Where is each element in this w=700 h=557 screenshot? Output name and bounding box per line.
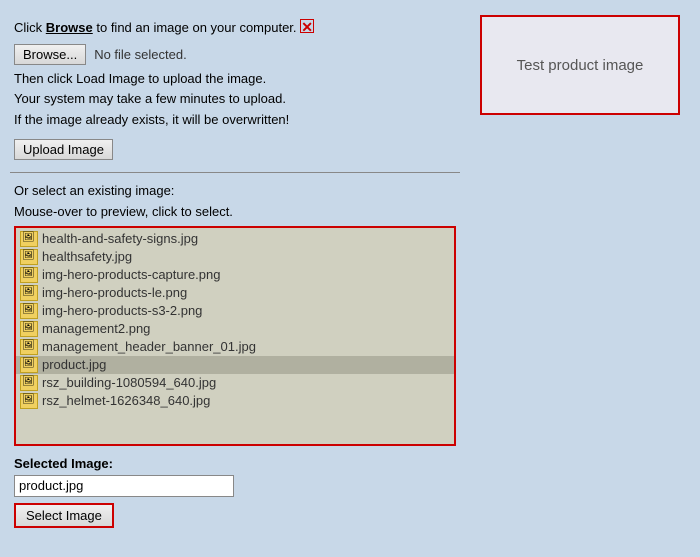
file-list: health-and-safety-signs.jpg healthsafety.… [16,228,454,412]
file-icon [20,339,38,355]
select-image-button[interactable]: Select Image [14,503,114,528]
list-item[interactable]: rsz_building-1080594_640.jpg [16,374,454,392]
file-list-scroll[interactable]: health-and-safety-signs.jpg healthsafety.… [16,228,454,444]
main-container: Click Browse to find an image on your co… [0,0,700,557]
file-name: management_header_banner_01.jpg [42,339,256,354]
file-icon [20,285,38,301]
select-section: Or select an existing image: Mouse-over … [10,181,460,446]
instruction-pre-text: Click [14,20,46,35]
list-item[interactable]: img-hero-products-s3-2.png [16,302,454,320]
file-name: product.jpg [42,357,106,372]
selected-section: Selected Image: Select Image [10,450,460,532]
browse-row: Browse... No file selected. [14,44,456,65]
divider [10,172,460,173]
file-icon [20,249,38,265]
or-select-instruction: Or select an existing image: [14,181,456,201]
file-name: management2.png [42,321,150,336]
file-name: img-hero-products-s3-2.png [42,303,202,318]
list-item[interactable]: management2.png [16,320,454,338]
file-list-container: health-and-safety-signs.jpg healthsafety.… [14,226,456,446]
file-icon [20,393,38,409]
file-icon [20,231,38,247]
overwrite-instruction: If the image already exists, it will be … [14,110,456,131]
selected-image-input[interactable] [14,475,234,497]
instructions-block: Then click Load Image to upload the imag… [14,69,456,131]
no-file-label: No file selected. [94,47,187,62]
file-name: rsz_helmet-1626348_640.jpg [42,393,210,408]
left-panel: Click Browse to find an image on your co… [10,10,460,547]
file-icon [20,375,38,391]
list-item[interactable]: rsz_helmet-1626348_640.jpg [16,392,454,410]
instruction-post-text: to find an image on your computer. [93,20,297,35]
image-preview-box: Test product image [480,15,680,115]
list-item[interactable]: product.jpg [16,356,454,374]
selected-image-label: Selected Image: [14,456,456,471]
list-item[interactable]: health-and-safety-signs.jpg [16,230,454,248]
file-name: healthsafety.jpg [42,249,132,264]
list-item[interactable]: img-hero-products-capture.png [16,266,454,284]
browse-link-text: Browse [46,20,93,35]
preview-text: Test product image [517,57,644,74]
list-item[interactable]: management_header_banner_01.jpg [16,338,454,356]
file-icon [20,267,38,283]
browse-button[interactable]: Browse... [14,44,86,65]
file-icon [20,357,38,373]
time-instruction: Your system may take a few minutes to up… [14,89,456,110]
load-instruction: Then click Load Image to upload the imag… [14,69,456,90]
file-name: img-hero-products-capture.png [42,267,220,282]
close-icon[interactable]: ✕ [300,19,314,33]
browse-instruction: Click Browse to find an image on your co… [14,18,456,38]
file-icon [20,321,38,337]
right-panel: Test product image [470,10,690,547]
upload-section: Click Browse to find an image on your co… [10,10,460,164]
file-name: rsz_building-1080594_640.jpg [42,375,216,390]
list-item[interactable]: img-hero-products-le.png [16,284,454,302]
list-item[interactable]: healthsafety.jpg [16,248,454,266]
file-name: img-hero-products-le.png [42,285,187,300]
file-name: health-and-safety-signs.jpg [42,231,198,246]
mouseover-instruction: Mouse-over to preview, click to select. [14,202,456,222]
upload-image-button[interactable]: Upload Image [14,139,113,160]
file-icon [20,303,38,319]
